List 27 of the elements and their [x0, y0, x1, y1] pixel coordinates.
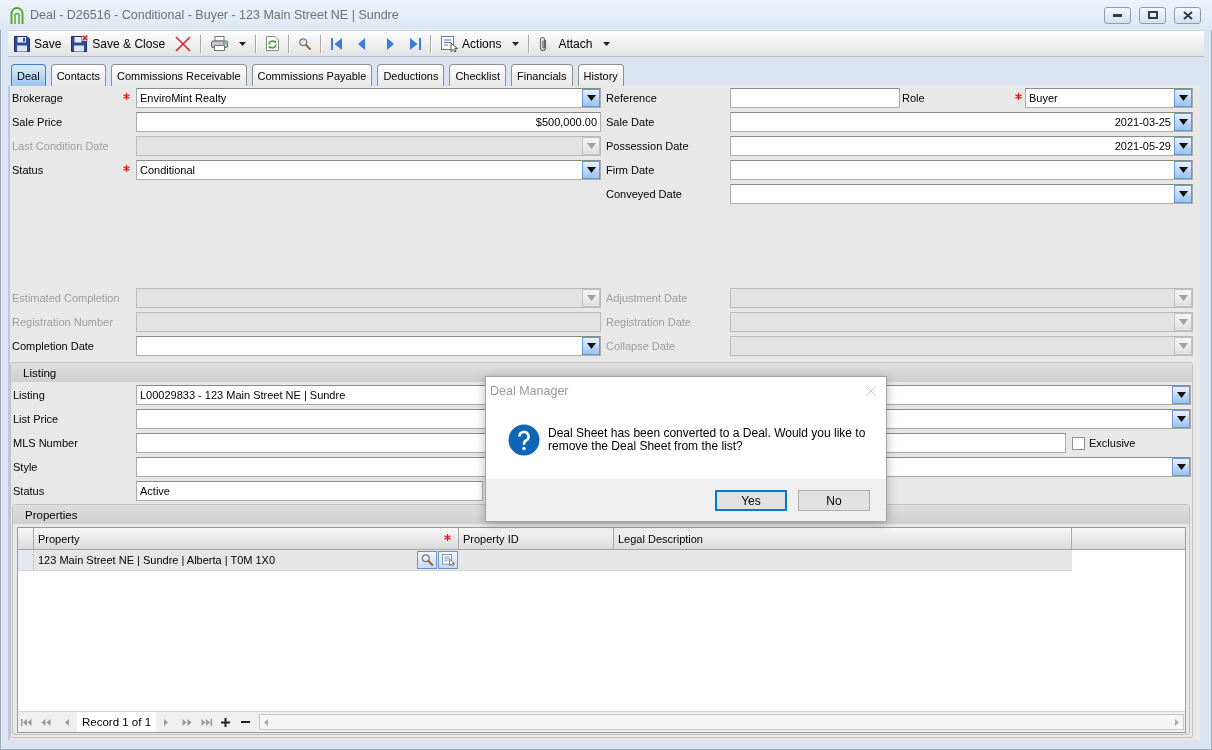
field-label: Listing	[13, 389, 45, 401]
field-label: Last Condition Date	[12, 140, 109, 152]
field-label: List Price	[13, 413, 59, 425]
field-label: Sale Date	[606, 116, 655, 128]
dialog-message: Deal Sheet has been converted to a Deal. Would you like to remove the Deal Sheet from the list?	[548, 426, 866, 453]
field-label: Adjustment Date	[606, 292, 688, 304]
table-cell: 123 Main Street NE | Sundre | Alberta | T0M 1X0	[38, 554, 276, 566]
field-label: Role	[902, 92, 925, 104]
field-label: Estimated Completion	[12, 292, 120, 304]
dialog-title: Deal Manager	[490, 383, 569, 398]
field-label: Registration Date	[606, 316, 691, 328]
field-label: Style	[13, 461, 38, 473]
field-label: Status	[13, 485, 45, 497]
field-label: MLS Number	[13, 437, 78, 449]
checkbox-label: Exclusive	[1089, 437, 1136, 449]
field-label: Registration Number	[12, 316, 113, 328]
field-label: Reference	[606, 92, 657, 104]
field-label: Brokerage	[12, 92, 63, 104]
field-label: Status	[12, 164, 44, 176]
field-label: Sale Price	[12, 116, 63, 128]
window-title: Deal - D26516 - Conditional - Buyer - 123 Main Street NE | Sundre	[30, 8, 399, 22]
field-label: Conveyed Date	[606, 188, 682, 200]
record-counter: Record 1 of 1	[77, 712, 157, 732]
field-label: Firm Date	[606, 164, 655, 176]
field-label: Possession Date	[606, 140, 689, 152]
field-label: Completion Date	[12, 340, 94, 352]
field-label: Collapse Date	[606, 340, 676, 352]
